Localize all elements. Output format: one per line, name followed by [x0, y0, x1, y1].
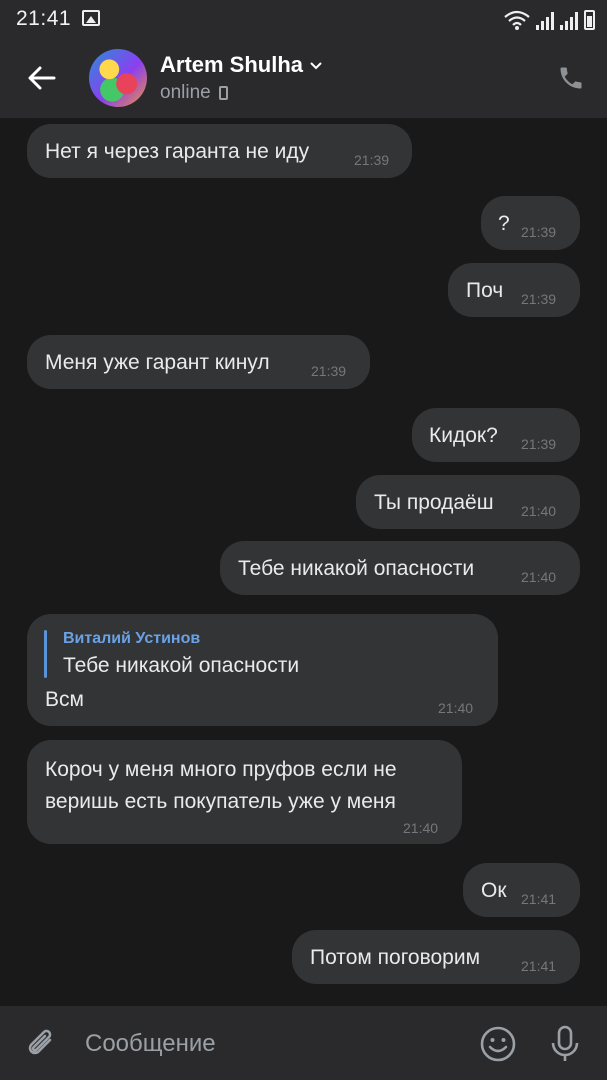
- message-input[interactable]: Сообщение: [85, 1030, 216, 1058]
- wifi-icon: [504, 10, 530, 30]
- message-time: 21:40: [403, 820, 439, 836]
- back-arrow-icon[interactable]: [24, 60, 60, 96]
- message-text-line-2: веришь есть покупатель уже у меня: [45, 790, 396, 813]
- message-time: 21:39: [521, 224, 557, 240]
- call-icon[interactable]: [557, 64, 585, 92]
- message-text: Меня уже гарант кинул: [45, 351, 270, 374]
- reply-quoted-text[interactable]: Тебе никакой опасности: [63, 654, 299, 678]
- message-text: Всм: [45, 688, 84, 711]
- message-text: Поч: [466, 279, 504, 302]
- message-incoming[interactable]: Нет я через гаранта не иду 21:39: [27, 124, 412, 178]
- message-outgoing[interactable]: Ок 21:41: [463, 863, 580, 917]
- message-text: Кидок?: [429, 424, 498, 447]
- message-time: 21:40: [521, 569, 557, 585]
- message-text: ?: [498, 212, 510, 235]
- message-list[interactable]: Нет я через гаранта не иду 21:39 ? 21:39…: [0, 118, 607, 1006]
- signal-1-icon: [536, 12, 554, 30]
- message-time: 21:39: [521, 436, 557, 452]
- battery-icon: [584, 10, 595, 30]
- contact-name-row[interactable]: Artem Shulha: [160, 52, 323, 78]
- message-time: 21:39: [354, 152, 390, 168]
- message-incoming-reply[interactable]: Виталий Устинов Тебе никакой опасности В…: [27, 614, 498, 726]
- message-outgoing[interactable]: Потом поговорим 21:41: [292, 930, 580, 984]
- contact-name[interactable]: Artem Shulha: [160, 52, 303, 78]
- message-text: Нет я через гаранта не иду: [45, 140, 310, 163]
- message-text: Потом поговорим: [310, 946, 481, 969]
- message-text: Ты продаёш: [374, 491, 494, 514]
- message-time: 21:39: [311, 363, 347, 379]
- signal-2-icon: [560, 12, 578, 30]
- contact-status: online: [160, 82, 228, 104]
- chat-header: Artem Shulha online: [0, 38, 607, 118]
- message-incoming[interactable]: Короч у меня много пруфов если не веришь…: [27, 740, 462, 844]
- message-time: 21:40: [438, 700, 474, 716]
- message-time: 21:41: [521, 958, 557, 974]
- reply-quote-bar: [44, 630, 47, 678]
- image-notification-icon: [82, 10, 100, 26]
- status-indicators: [504, 8, 595, 30]
- message-text: Тебе никакой опасности: [238, 557, 475, 580]
- status-time: 21:41: [16, 7, 72, 30]
- reply-author[interactable]: Виталий Устинов: [63, 630, 200, 648]
- microphone-icon[interactable]: [546, 1024, 584, 1064]
- message-incoming[interactable]: Меня уже гарант кинул 21:39: [27, 335, 370, 389]
- phone-icon: [218, 86, 228, 100]
- message-time: 21:39: [521, 291, 557, 307]
- message-outgoing[interactable]: Ты продаёш 21:40: [356, 475, 580, 529]
- status-bar: 21:41: [0, 0, 607, 38]
- smiley-icon[interactable]: [479, 1025, 517, 1063]
- chevron-down-icon[interactable]: [309, 58, 323, 72]
- paperclip-icon[interactable]: [24, 1026, 60, 1062]
- online-status: online: [160, 82, 211, 103]
- avatar[interactable]: [89, 49, 147, 107]
- message-text: Ок: [481, 879, 507, 902]
- message-time: 21:40: [521, 503, 557, 519]
- message-text-line-1: Короч у меня много пруфов если не: [45, 758, 397, 781]
- message-composer: Сообщение: [0, 1006, 607, 1080]
- message-time: 21:41: [521, 891, 557, 907]
- message-outgoing[interactable]: ? 21:39: [481, 196, 580, 250]
- message-outgoing[interactable]: Тебе никакой опасности 21:40: [220, 541, 580, 595]
- message-outgoing[interactable]: Поч 21:39: [448, 263, 580, 317]
- message-outgoing[interactable]: Кидок? 21:39: [412, 408, 580, 462]
